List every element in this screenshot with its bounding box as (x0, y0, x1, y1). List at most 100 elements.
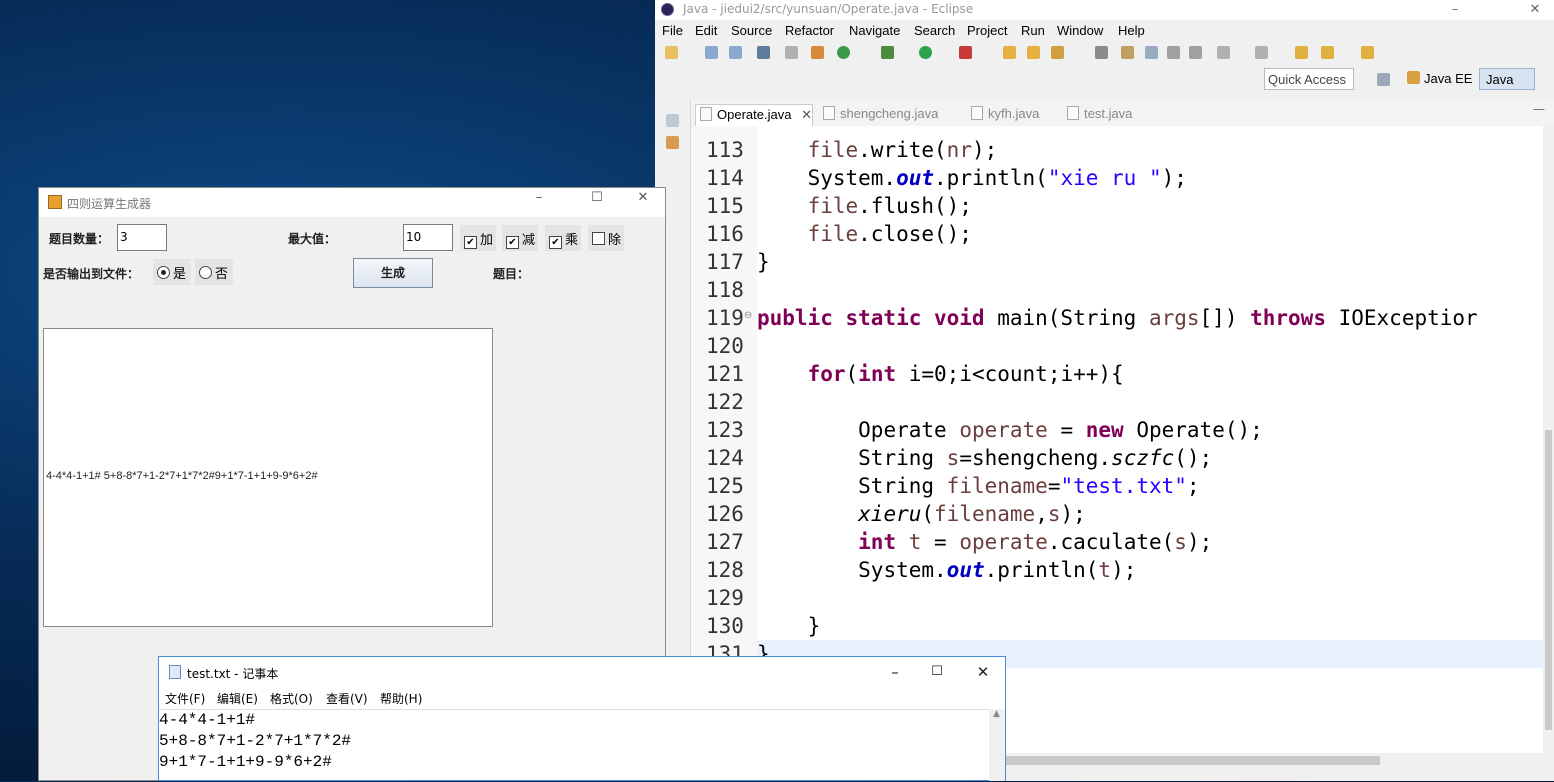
menu-help[interactable]: 帮助(H) (380, 690, 422, 707)
menu-help[interactable]: Help (1118, 23, 1145, 38)
annotation-icon[interactable] (1121, 46, 1134, 59)
open-task-icon[interactable] (1051, 46, 1064, 59)
menu-window[interactable]: Window (1057, 23, 1103, 38)
checkbox-checked-icon: ✔ (506, 236, 519, 249)
output-text-area[interactable]: 4-4*4-1+1# 5+8-8*7+1-2*7+1*7*2#9+1*7-1+1… (43, 328, 493, 627)
checkbox-multiply[interactable]: ✔ 乘 (545, 225, 581, 251)
open-type-icon[interactable] (1027, 46, 1040, 59)
notepad-vertical-scrollbar[interactable]: ▲ (989, 709, 1005, 781)
package-icon[interactable] (811, 46, 824, 59)
close-icon[interactable]: ✕ (1515, 0, 1554, 20)
menu-format[interactable]: 格式(O) (270, 690, 313, 707)
maximize-icon[interactable]: ☐ (577, 188, 617, 208)
last-edit-icon[interactable] (1295, 46, 1308, 59)
menu-refactor[interactable]: Refactor (785, 23, 834, 38)
generated-questions-text: 4-4*4-1+1# 5+8-8*7+1-2*7+1*7*2#9+1*7-1+1… (46, 470, 318, 482)
menu-search[interactable]: Search (914, 23, 955, 38)
skip-breakpoints-icon[interactable] (785, 46, 798, 59)
back-arrow-icon[interactable] (1321, 46, 1334, 59)
run-icon[interactable] (919, 46, 932, 59)
close-icon[interactable]: ✕ (963, 662, 1003, 682)
minimize-icon[interactable]: – (519, 188, 559, 208)
max-value-label: 最大值： (288, 232, 337, 246)
minimize-icon[interactable]: – (875, 662, 915, 682)
code-token: int (858, 362, 897, 386)
menu-file[interactable]: 文件(F) (165, 690, 205, 707)
code-line-124: String s=shengcheng.sczfc(); (757, 446, 1212, 470)
forward-arrow-icon[interactable] (1361, 46, 1374, 59)
code-token: .println( (934, 166, 1048, 190)
open-perspective-icon[interactable] (1377, 73, 1390, 86)
refresh-icon[interactable] (837, 46, 850, 59)
menu-file[interactable]: File (662, 23, 683, 38)
code-token: file (807, 222, 859, 246)
code-token: public static void (757, 306, 985, 330)
editor-horizontal-scroll-thumb[interactable] (1005, 756, 1380, 765)
code-token: = (1047, 418, 1086, 442)
radio-unselected-icon (199, 266, 212, 279)
notepad-title-bar: test.txt - 记事本 – ☐ ✕ (159, 657, 1005, 687)
minimize-editor-icon[interactable]: — (1533, 102, 1545, 116)
new-java-project-icon[interactable] (1003, 46, 1016, 59)
generate-button[interactable]: 生成 (353, 258, 433, 288)
code-token: nr (946, 138, 972, 162)
new-icon[interactable] (665, 46, 678, 59)
save-icon[interactable] (705, 46, 718, 59)
code-token: .println( (984, 558, 1099, 582)
tab-label: shengcheng.java (840, 106, 939, 121)
close-tab-icon[interactable]: ✕ (801, 107, 812, 122)
tab-operate-java[interactable]: Operate.java ✕ (695, 104, 813, 126)
checkbox-subtract[interactable]: ✔ 减 (502, 225, 538, 251)
radio-yes[interactable]: 是 (153, 259, 191, 285)
menu-run[interactable]: Run (1021, 23, 1045, 38)
menu-edit[interactable]: 编辑(E) (217, 690, 258, 707)
question-count-label: 题目数量： (49, 232, 110, 246)
editor-vertical-scroll-thumb[interactable] (1545, 430, 1552, 730)
pilcrow-icon[interactable] (1189, 46, 1202, 59)
debug-icon[interactable] (881, 46, 894, 59)
save-all-icon[interactable] (729, 46, 742, 59)
menu-edit[interactable]: Edit (695, 23, 717, 38)
perspective-java[interactable]: Java (1479, 68, 1535, 90)
restore-icon[interactable] (666, 114, 679, 127)
quick-access-field[interactable]: Quick Access (1264, 68, 1354, 90)
previous-annotation-icon[interactable] (1255, 46, 1268, 59)
show-whitespace-icon[interactable] (1167, 46, 1180, 59)
minimize-icon[interactable]: – (1435, 0, 1475, 20)
checkbox-unchecked-icon (592, 232, 605, 245)
question-count-input[interactable]: 3 (117, 224, 167, 251)
menu-view[interactable]: 查看(V) (326, 690, 368, 707)
close-icon[interactable]: ✕ (623, 188, 663, 208)
checkbox-checked-icon: ✔ (464, 236, 477, 249)
menu-navigate[interactable]: Navigate (849, 23, 900, 38)
console-icon[interactable] (757, 46, 770, 59)
max-value-input[interactable]: 10 (403, 224, 453, 251)
code-token: = (921, 530, 960, 554)
menu-project[interactable]: Project (967, 23, 1007, 38)
external-tools-icon[interactable] (959, 46, 972, 59)
code-token: sczfc (1111, 446, 1175, 470)
maximize-icon[interactable]: ☐ (917, 662, 957, 682)
toggle-mark-icon[interactable] (1145, 46, 1158, 59)
fold-collapse-icon[interactable]: ⊖ (744, 310, 752, 321)
text-line: 5+8-8*7+1-2*7+1*7*2# (159, 732, 352, 750)
code-token: IOExceptior (1325, 306, 1478, 330)
next-annotation-icon[interactable] (1217, 46, 1230, 59)
tab-kyfh-java[interactable]: kyfh.java (967, 104, 1057, 126)
tab-test-java[interactable]: test.java (1063, 104, 1153, 126)
search-icon[interactable] (1095, 46, 1108, 59)
tab-shengcheng-java[interactable]: shengcheng.java (819, 104, 949, 126)
code-token: .close(); (858, 222, 972, 246)
notepad-text-area[interactable]: 4-4*4-1+1# 5+8-8*7+1-2*7+1*7*2# 9+1*7-1+… (159, 709, 989, 782)
checkbox-divide[interactable]: 除 (588, 225, 624, 251)
package-explorer-icon[interactable] (666, 136, 679, 149)
scroll-up-icon[interactable]: ▲ (993, 709, 1000, 719)
code-token: System. (858, 558, 947, 582)
code-token: String (858, 474, 947, 498)
perspective-java-ee[interactable]: Java EE (1407, 70, 1472, 86)
radio-no[interactable]: 否 (195, 259, 233, 285)
checkbox-label: 乘 (565, 233, 579, 248)
menu-source[interactable]: Source (731, 23, 772, 38)
checkbox-add[interactable]: ✔ 加 (460, 225, 496, 251)
